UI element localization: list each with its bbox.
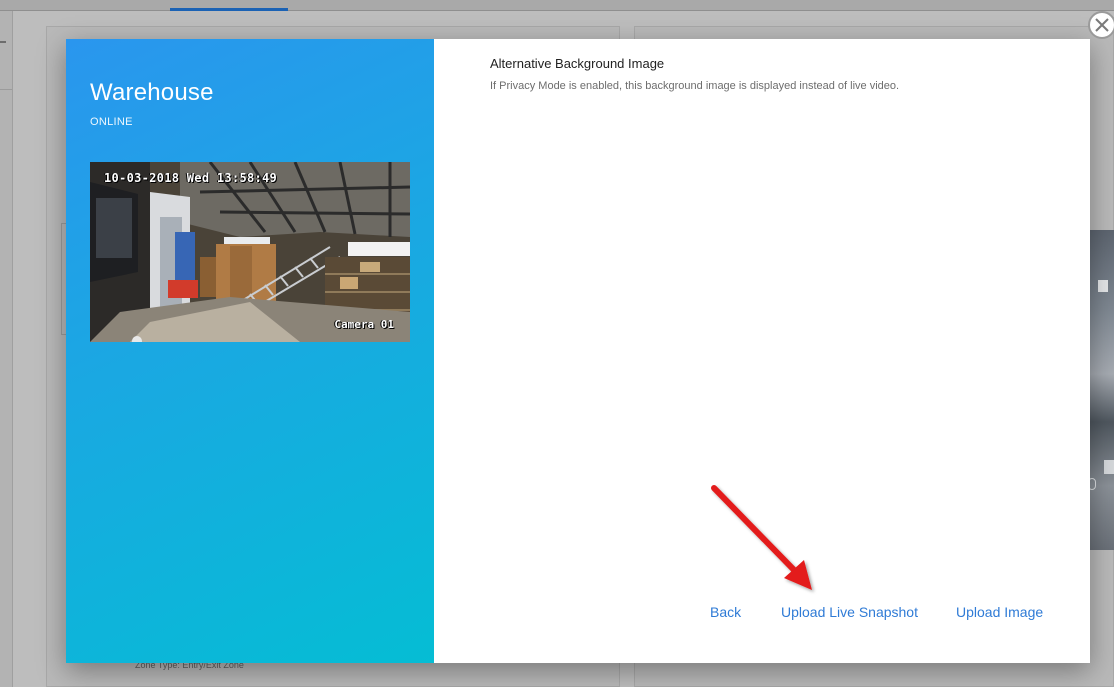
upload-live-snapshot-button[interactable]: Upload Live Snapshot — [781, 604, 918, 620]
section-title: Alternative Background Image — [490, 56, 665, 71]
device-settings-modal: Warehouse ONLINE 10-03-2018 Wed 13:58:49… — [66, 39, 1090, 663]
annotation-arrow — [711, 485, 812, 590]
camera-snapshot-image — [90, 162, 410, 342]
section-description: If Privacy Mode is enabled, this backgro… — [490, 80, 900, 92]
upload-image-button[interactable]: Upload Image — [956, 604, 1043, 620]
camera-overlay-timestamp: 10-03-2018 Wed 13:58:49 — [104, 171, 278, 185]
background-active-tab-indicator — [170, 8, 288, 11]
device-name: Warehouse — [90, 79, 214, 106]
device-info-panel: Warehouse ONLINE 10-03-2018 Wed 13:58:49… — [66, 39, 434, 663]
background-left-strip — [0, 11, 13, 687]
action-bar: Back Upload Live Snapshot Upload Image — [434, 604, 1090, 624]
background-top-bar — [0, 0, 1114, 11]
camera-snapshot: 10-03-2018 Wed 13:58:49 Camera 01 — [90, 162, 410, 342]
close-icon — [1095, 18, 1109, 32]
background-camera-thumbnail — [1088, 230, 1114, 550]
device-status: ONLINE — [90, 116, 133, 128]
camera-overlay-label: Camera 01 — [334, 318, 394, 331]
back-button[interactable]: Back — [710, 604, 741, 620]
close-button[interactable] — [1088, 11, 1114, 39]
